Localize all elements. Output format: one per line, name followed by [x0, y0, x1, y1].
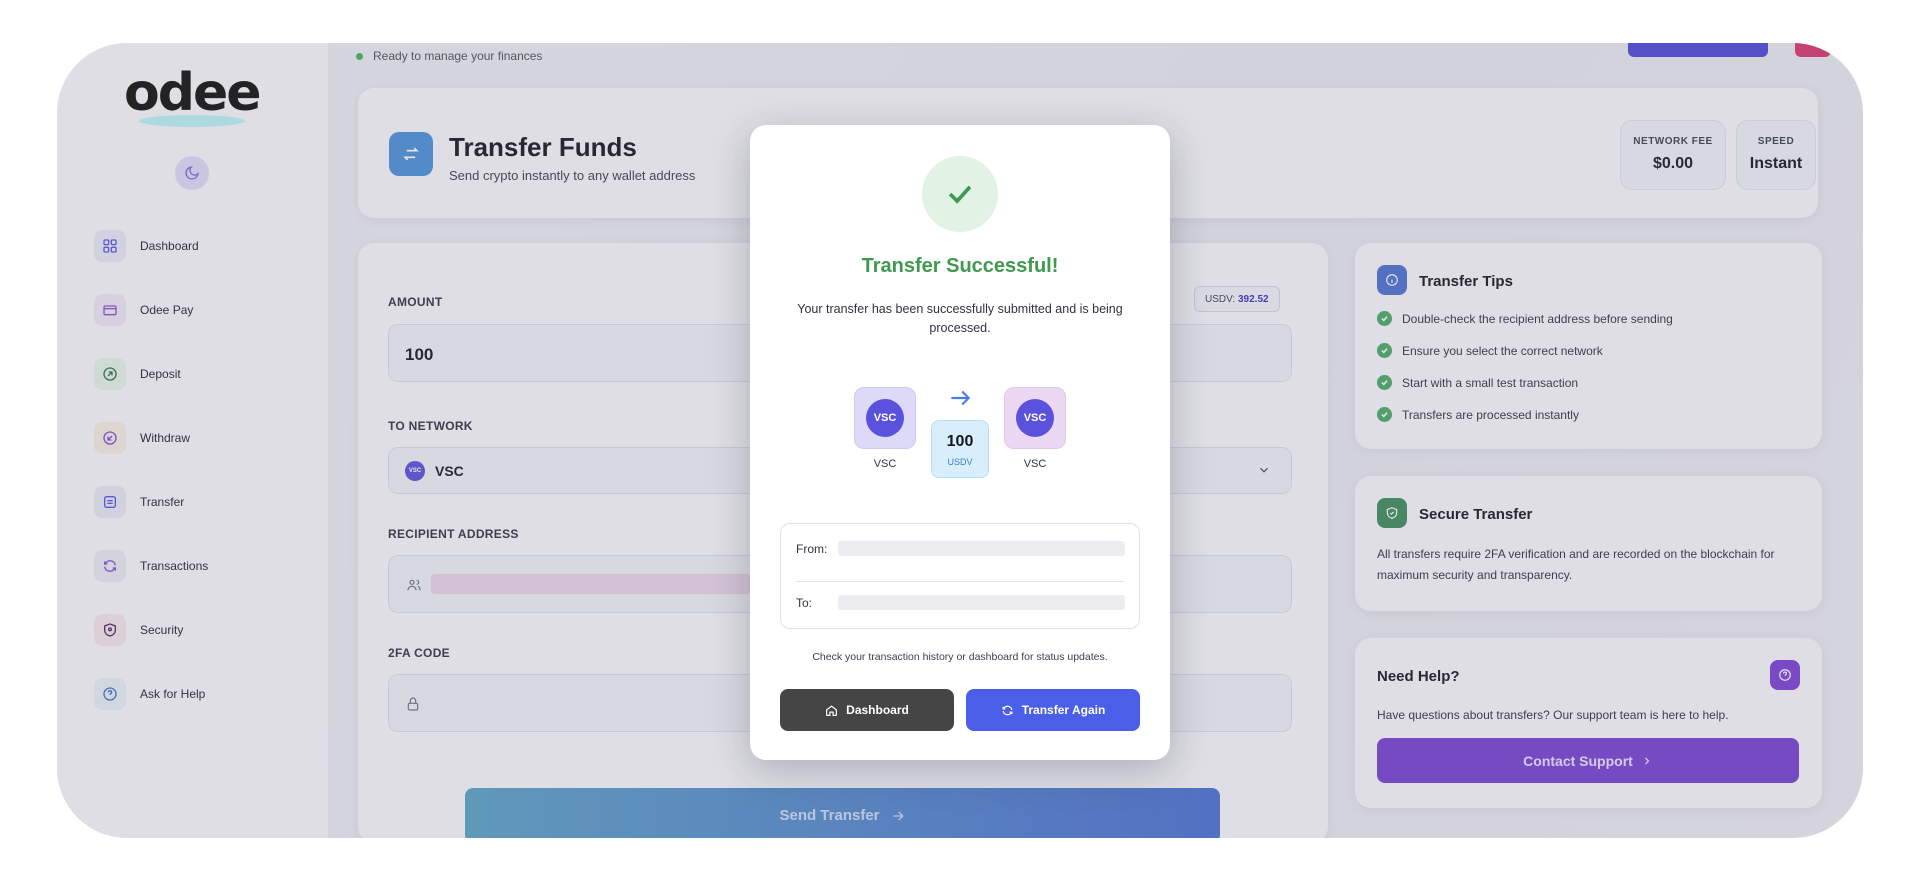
- from-token-tile: VSC: [854, 387, 916, 449]
- modal-note: Check your transaction history or dashbo…: [812, 651, 1108, 663]
- from-to-details: From: To:: [780, 523, 1140, 629]
- from-token-icon: VSC: [866, 399, 904, 437]
- from-address-placeholder: [838, 541, 1125, 556]
- transfer-again-button[interactable]: Transfer Again: [966, 689, 1140, 731]
- success-check-icon: [922, 156, 998, 232]
- to-field-label: To:: [796, 595, 813, 610]
- refresh-icon: [1002, 705, 1013, 715]
- to-row: To:: [796, 595, 1125, 610]
- arrow-right-icon: [951, 390, 971, 406]
- to-token-tile: VSC: [1004, 387, 1066, 449]
- home-icon: [826, 704, 838, 716]
- dashboard-button[interactable]: Dashboard: [780, 689, 954, 731]
- modal-description: Your transfer has been successfully subm…: [797, 302, 1123, 335]
- dashboard-button-label: Dashboard: [846, 703, 909, 717]
- from-row: From:: [796, 541, 1125, 556]
- to-token-label: VSC: [1023, 458, 1047, 470]
- modal-amount: 100: [946, 433, 974, 450]
- app-window: odee Dashboard Odee Pay Deposit Withdraw…: [57, 43, 1863, 838]
- to-address-placeholder: [838, 595, 1125, 610]
- to-token-icon: VSC: [1016, 399, 1054, 437]
- modal-unit: USDV: [947, 457, 973, 467]
- from-token-label: VSC: [873, 458, 897, 470]
- transfer-success-modal: Transfer Successful! Your transfer has b…: [750, 125, 1170, 760]
- modal-title: Transfer Successful!: [861, 255, 1059, 277]
- divider: [796, 581, 1124, 582]
- from-field-label: From:: [796, 541, 828, 556]
- amount-box: 100 USDV: [931, 420, 989, 478]
- transfer-again-button-label: Transfer Again: [1021, 703, 1106, 717]
